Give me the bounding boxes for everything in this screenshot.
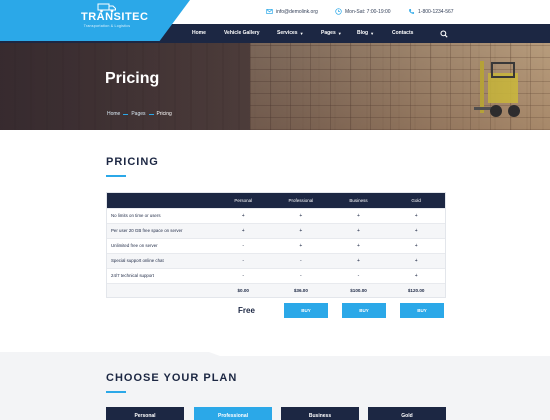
value-cell: +: [357, 213, 360, 219]
pricing-heading: PRICING: [106, 156, 159, 168]
plan-card-business[interactable]: Business: [281, 407, 359, 420]
breadcrumb-current: Pricing: [156, 111, 172, 117]
price-row-label: [107, 284, 214, 297]
table-row: No limits on time or users + + + +: [107, 208, 445, 223]
nav-item-services[interactable]: Services ▼: [277, 24, 304, 43]
value-cell: +: [414, 258, 418, 264]
choose-plan-heading: CHOOSE YOUR PLAN: [106, 372, 238, 384]
contact-phone-text: 1-800-1234-567: [418, 8, 454, 15]
price-business: $100.00: [350, 288, 367, 293]
free-label: Free: [238, 306, 255, 315]
value-cell: +: [299, 243, 303, 249]
phone-icon: [409, 9, 415, 14]
contact-hours: Mon-Sat: 7:00-19:00: [335, 8, 391, 15]
nav-item-blog[interactable]: Blog ▼: [357, 24, 374, 43]
nav-label: Pages: [321, 30, 336, 36]
heading-underline: [106, 391, 126, 393]
chevron-down-icon: ▼: [337, 31, 342, 36]
value-cell: -: [242, 273, 245, 279]
buy-button-professional[interactable]: BUY: [284, 303, 328, 318]
nav-label: Contacts: [392, 30, 414, 36]
price-row: $0.00 $36.00 $100.00 $120.00: [107, 283, 445, 297]
hero-banner: Pricing Home Pages Pricing: [0, 43, 550, 130]
table-row: Unlimited free on server - + + +: [107, 238, 445, 253]
value-cell: -: [357, 273, 360, 279]
price-professional: $36.00: [293, 288, 308, 293]
value-cell: +: [241, 213, 245, 219]
clock-icon: [335, 8, 342, 15]
breadcrumb-separator: [123, 113, 129, 115]
nav-label: Blog: [357, 30, 369, 36]
page-title: Pricing: [105, 70, 160, 87]
plan-card-professional[interactable]: Professional: [194, 407, 272, 420]
value-cell: +: [414, 213, 418, 219]
feature-cell: Unlimited free on server: [111, 243, 158, 248]
envelope-icon: [266, 9, 273, 14]
chevron-down-icon: ▼: [299, 31, 304, 36]
search-icon[interactable]: [440, 30, 448, 38]
buy-button-business[interactable]: BUY: [342, 303, 386, 318]
value-cell: +: [357, 228, 360, 234]
nav-label: Vehicle Gallery: [224, 30, 260, 36]
column-header: Personal: [234, 198, 253, 203]
price-gold: $120.00: [407, 288, 425, 293]
value-cell: -: [242, 243, 245, 249]
nav-label: Home: [192, 30, 206, 36]
value-cell: +: [414, 228, 418, 234]
contact-hours-text: Mon-Sat: 7:00-19:00: [345, 8, 391, 15]
nav-item-home[interactable]: Home: [192, 24, 206, 43]
contact-email[interactable]: info@demolink.org: [266, 8, 318, 15]
price-personal: $0.00: [237, 288, 249, 293]
value-cell: +: [299, 213, 303, 219]
column-header: Professional: [288, 198, 314, 203]
nav-item-vehicle-gallery[interactable]: Vehicle Gallery: [224, 24, 260, 43]
heading-underline: [106, 175, 126, 177]
pricing-table: Personal Professional Business Gold No l…: [106, 192, 446, 298]
plan-card-gold[interactable]: Gold: [368, 407, 446, 420]
logo-title: TRANSITEC: [81, 11, 149, 23]
value-cell: +: [357, 258, 360, 264]
value-cell: +: [357, 243, 360, 249]
buy-button-gold[interactable]: BUY: [400, 303, 444, 318]
column-header: Business: [349, 198, 368, 203]
column-header: [107, 193, 214, 208]
breadcrumb-home[interactable]: Home: [107, 111, 120, 117]
plan-section-background: [0, 352, 550, 420]
value-cell: +: [299, 228, 303, 234]
table-row: 24/7 technical support - - - +: [107, 268, 445, 283]
contact-phone[interactable]: 1-800-1234-567: [408, 8, 454, 15]
value-cell: -: [242, 258, 245, 264]
breadcrumb-pages[interactable]: Pages: [131, 111, 145, 117]
nav-label: Services: [277, 30, 298, 36]
breadcrumb-separator: [148, 113, 154, 115]
pricing-table-header: Personal Professional Business Gold: [107, 193, 445, 208]
logo-tagline: Transportation & Logistics: [83, 24, 131, 28]
contact-email-text: info@demolink.org: [276, 8, 318, 15]
feature-cell: 24/7 technical support: [111, 273, 154, 278]
value-cell: +: [241, 228, 245, 234]
hero-overlay: [0, 43, 550, 130]
value-cell: +: [414, 273, 418, 279]
value-cell: -: [300, 273, 302, 279]
nav-item-contacts[interactable]: Contacts: [392, 24, 413, 43]
nav-item-pages[interactable]: Pages ▼: [321, 24, 342, 43]
value-cell: -: [300, 258, 302, 264]
column-header: Gold: [411, 198, 421, 203]
feature-cell: Special support online chat: [111, 258, 164, 263]
breadcrumb: Home Pages Pricing: [107, 111, 172, 117]
table-row: Special support online chat - - + +: [107, 253, 445, 268]
logo[interactable]: TRANSITEC Transportation & Logistics: [0, 0, 190, 41]
chevron-down-icon: ▼: [370, 31, 375, 36]
feature-cell: Per user 20 GB free space on server: [111, 228, 183, 233]
feature-cell: No limits on time or users: [111, 213, 161, 218]
table-row: Per user 20 GB free space on server + + …: [107, 223, 445, 238]
plan-card-personal[interactable]: Personal: [106, 407, 184, 420]
value-cell: +: [414, 243, 418, 249]
